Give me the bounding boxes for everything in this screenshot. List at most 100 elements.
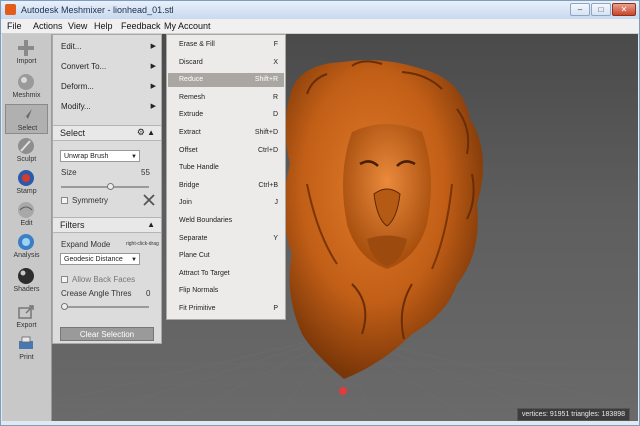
crease-angle-slider[interactable] xyxy=(61,303,149,310)
tool-stamp-label: Stamp xyxy=(16,188,37,195)
menu-help[interactable]: Help xyxy=(94,21,113,31)
submenu-item-label: Plane Cut xyxy=(179,252,210,260)
tool-export[interactable]: Export xyxy=(5,302,48,332)
tool-import-label: Import xyxy=(16,58,37,65)
tool-import[interactable]: Import xyxy=(5,38,48,68)
submenu-item[interactable]: Reduce Shift+R xyxy=(168,73,284,88)
submenu-item[interactable]: Join J xyxy=(168,196,284,210)
submenu-item[interactable]: Tube Handle xyxy=(168,161,284,175)
panel-menu-deform[interactable]: Deform... ▶ xyxy=(61,82,156,91)
tool-print[interactable]: Print xyxy=(5,334,48,364)
tool-export-label: Export xyxy=(16,322,37,329)
submenu-item-label: Tube Handle xyxy=(179,164,219,172)
panel-menu-edit-label: Edit... xyxy=(61,42,82,51)
submenu-item-shortcut: Shift+R xyxy=(254,76,278,84)
filters-section-header[interactable]: Filters ▲ xyxy=(53,217,161,233)
analysis-icon xyxy=(18,234,34,250)
allow-back-faces-checkbox[interactable] xyxy=(61,276,68,283)
edit-submenu: Erase & Fill F Discard X Reduce Shift+R Remesh… xyxy=(166,34,286,320)
export-icon xyxy=(18,305,34,319)
tool-shaders[interactable]: Shaders xyxy=(5,266,48,296)
size-value: 55 xyxy=(141,168,150,177)
allow-back-faces-label: Allow Back Faces xyxy=(72,275,136,284)
crease-angle-value: 0 xyxy=(146,289,151,298)
submenu-item-label: Separate xyxy=(179,234,208,242)
submenu-item-label: Bridge xyxy=(179,181,200,189)
chevron-right-icon: ▶ xyxy=(150,83,156,90)
tool-select-label: Select xyxy=(17,125,38,132)
crease-angle-label: Crease Angle Thres xyxy=(61,289,132,298)
submenu-item-label: Erase & Fill xyxy=(179,41,215,48)
panel-menu-modify-label: Modify... xyxy=(61,102,91,111)
submenu-item-shortcut: F xyxy=(273,41,278,48)
minimize-button[interactable]: – xyxy=(570,3,590,16)
submenu-item[interactable]: Extract Shift+D xyxy=(168,126,284,140)
panel-menu-convert-to[interactable]: Convert To... ▶ xyxy=(61,62,156,71)
panel-menu-deform-label: Deform... xyxy=(61,82,94,91)
crease-angle-slider-handle[interactable] xyxy=(61,303,68,310)
size-slider[interactable] xyxy=(61,183,149,190)
brush-select[interactable]: Unwrap Brush ▼ xyxy=(60,150,140,162)
close-button[interactable]: ✕ xyxy=(612,3,636,16)
chevron-down-icon: ▼ xyxy=(131,257,137,263)
tool-meshmix-label: Meshmix xyxy=(12,92,41,99)
submenu-item[interactable]: Bridge Ctrl+B xyxy=(168,179,284,193)
tool-meshmix[interactable]: Meshmix xyxy=(5,72,48,102)
submenu-item-shortcut: J xyxy=(274,199,279,207)
maximize-button[interactable]: □ xyxy=(591,3,611,16)
submenu-item[interactable]: Offset Ctrl+D xyxy=(168,144,284,158)
submenu-item-label: Reduce xyxy=(179,76,204,84)
submenu-item-label: Extrude xyxy=(179,111,204,119)
submenu-item-shortcut: Y xyxy=(273,234,278,242)
size-label: Size xyxy=(61,168,77,177)
menu-feedback[interactable]: Feedback xyxy=(121,21,161,31)
size-slider-handle[interactable] xyxy=(107,183,115,190)
collapse-icon[interactable]: ▲ xyxy=(147,128,155,137)
chevron-right-icon: ▶ xyxy=(150,103,156,110)
tool-select[interactable]: Select xyxy=(5,104,48,134)
submenu-item[interactable]: Separate Y xyxy=(168,232,284,246)
menu-view[interactable]: View xyxy=(68,21,87,31)
submenu-item-label: Offset xyxy=(179,146,198,154)
submenu-item-shortcut: Shift+D xyxy=(254,129,278,136)
submenu-item[interactable]: Remesh R xyxy=(168,91,284,105)
submenu-item[interactable]: Erase & Fill F xyxy=(168,38,284,52)
submenu-item[interactable]: Discard X xyxy=(168,56,284,70)
submenu-item[interactable]: Attract To Target xyxy=(168,267,284,281)
menu-file[interactable]: File xyxy=(7,21,22,31)
tools-icon[interactable] xyxy=(143,194,155,206)
menu-actions[interactable]: Actions xyxy=(33,21,63,31)
submenu-item-shortcut: X xyxy=(273,58,278,66)
edit-sphere-icon xyxy=(18,202,34,218)
select-section-header[interactable]: Select ⚙ ▲ xyxy=(53,125,161,141)
tool-stamp[interactable]: Stamp xyxy=(5,168,48,198)
submenu-item[interactable]: Weld Boundaries xyxy=(168,214,284,228)
submenu-item[interactable]: Flip Normals xyxy=(168,284,284,298)
submenu-item-shortcut: R xyxy=(272,93,278,101)
tool-analysis[interactable]: Analysis xyxy=(5,232,48,262)
chevron-right-icon: ▶ xyxy=(150,43,156,50)
panel-menu-edit[interactable]: Edit... ▶ xyxy=(61,42,156,51)
title-bar: Autodesk Meshmixer - lionhead_01.stl – □… xyxy=(1,1,639,20)
submenu-item[interactable]: Extrude D xyxy=(168,108,284,122)
submenu-item-label: Attract To Target xyxy=(179,269,230,277)
submenu-item-label: Join xyxy=(179,199,192,207)
tool-edit[interactable]: Edit xyxy=(5,200,48,230)
collapse-icon[interactable]: ▲ xyxy=(147,220,155,229)
clear-selection-button[interactable]: Clear Selection xyxy=(60,327,154,341)
panel-menu-modify[interactable]: Modify... ▶ xyxy=(61,102,156,111)
tool-sculpt-label: Sculpt xyxy=(16,156,37,163)
expand-mode-select[interactable]: Geodesic Distance ▼ xyxy=(60,253,140,265)
chevron-right-icon: ▶ xyxy=(150,63,156,70)
tool-sculpt[interactable]: Sculpt xyxy=(5,136,48,166)
brush-icon xyxy=(18,138,34,154)
meshmixer-logo-icon xyxy=(5,4,16,15)
submenu-item[interactable]: Fit Primitive P xyxy=(168,302,284,316)
symmetry-checkbox[interactable] xyxy=(61,197,68,204)
submenu-item[interactable]: Plane Cut xyxy=(168,249,284,263)
lion-head-model[interactable] xyxy=(283,60,484,380)
gear-icon[interactable]: ⚙ xyxy=(137,127,145,138)
submenu-item-label: Extract xyxy=(179,129,201,136)
menu-my-account[interactable]: My Account xyxy=(164,21,211,31)
pivot-marker[interactable] xyxy=(339,387,347,395)
